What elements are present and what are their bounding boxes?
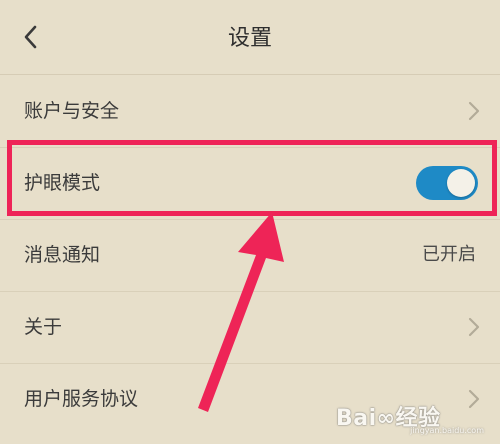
top-bar: 设置	[0, 0, 500, 75]
chevron-right-icon	[468, 101, 480, 121]
settings-item-about[interactable]: 关于	[0, 291, 500, 364]
chevron-right-icon	[468, 317, 480, 337]
toggle-knob	[447, 169, 475, 197]
settings-item-label: 关于	[24, 316, 63, 338]
settings-item-label: 用户服务协议	[24, 388, 139, 410]
settings-item-eye-protection[interactable]: 护眼模式	[0, 147, 500, 220]
settings-item-label: 账户与安全	[24, 100, 120, 122]
page-title: 设置	[227, 26, 272, 51]
watermark-sub: jingyan.baidu.com	[410, 426, 484, 435]
settings-item-notifications[interactable]: 消息通知 已开启	[0, 219, 500, 292]
settings-item-label: 消息通知	[24, 244, 101, 266]
settings-item-account-security[interactable]: 账户与安全	[0, 75, 500, 148]
eye-protection-toggle[interactable]	[416, 166, 478, 200]
baidu-watermark: Bai∞经验 jingyan.baidu.com	[336, 396, 486, 436]
settings-item-label: 护眼模式	[24, 172, 101, 194]
notification-status-value: 已开启	[422, 244, 476, 265]
